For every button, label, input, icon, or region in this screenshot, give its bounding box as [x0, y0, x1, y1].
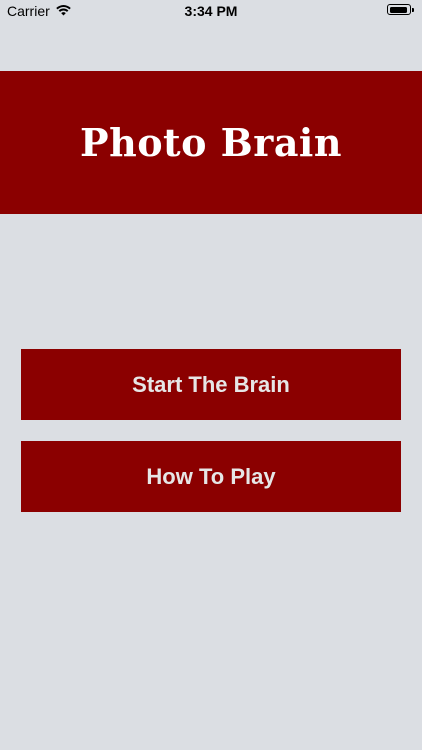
- status-right: [387, 4, 414, 15]
- how-to-play-button[interactable]: How To Play: [21, 441, 401, 512]
- status-bar: Carrier 3:34 PM: [0, 0, 422, 24]
- status-time: 3:34 PM: [184, 3, 238, 19]
- start-the-brain-button[interactable]: Start The Brain: [21, 349, 401, 420]
- battery-tip: [412, 7, 414, 12]
- app-title: Photo Brain: [80, 120, 342, 165]
- battery-level-fill: [389, 6, 407, 13]
- title-banner: Photo Brain: [0, 71, 422, 214]
- battery-icon: [387, 4, 411, 15]
